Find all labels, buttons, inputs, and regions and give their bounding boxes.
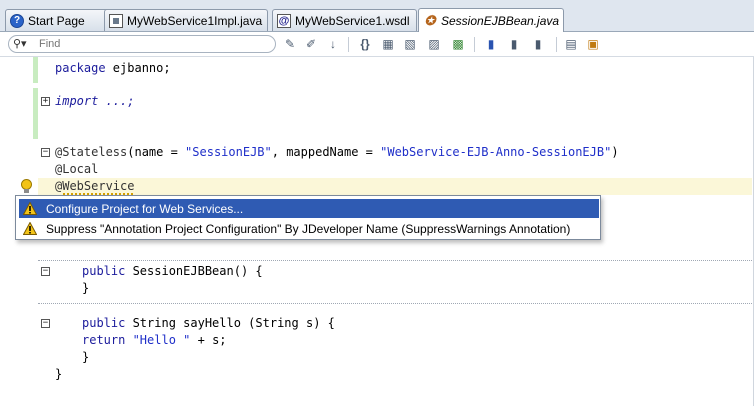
tab-sessionejbbean[interactable]: ✪ SessionEJBBean.java bbox=[418, 8, 564, 32]
change-marker bbox=[33, 57, 38, 83]
tab-mywebservice1-wsdl[interactable]: @ MyWebService1.wsdl bbox=[272, 9, 417, 31]
braces-icon[interactable]: {} bbox=[357, 36, 373, 52]
fold-collapse-icon[interactable]: − bbox=[41, 267, 50, 276]
method-separator bbox=[38, 303, 752, 304]
outdent-icon[interactable]: ▨ bbox=[426, 36, 442, 52]
pencil-icon[interactable]: ✎ bbox=[282, 36, 298, 52]
code-line-import: import ...; bbox=[55, 94, 135, 108]
code-line-brace: } bbox=[82, 350, 90, 364]
comment-icon[interactable]: ▦ bbox=[380, 36, 396, 52]
tab-start-page[interactable]: ? Start Page bbox=[5, 9, 115, 31]
code-line-class-brace: } bbox=[55, 367, 63, 381]
toolbar-separator bbox=[474, 37, 475, 52]
editor-toolbar: ⚲▾ ✎ ✐ ↓ {} ▦ ▧ ▨ ▩ ▮ ▮ ▮ ▤ ▣ bbox=[0, 32, 754, 57]
tab-mywebservice1impl[interactable]: MyWebService1Impl.java bbox=[104, 9, 268, 31]
code-line-brace: } bbox=[82, 281, 90, 295]
fold-expand-icon[interactable]: + bbox=[41, 97, 50, 106]
lightbulb-icon[interactable] bbox=[20, 179, 33, 194]
fold-collapse-icon[interactable]: − bbox=[41, 148, 50, 157]
code-line-package: package ejbanno; bbox=[55, 61, 171, 75]
wsdl-file-icon: @ bbox=[277, 13, 291, 28]
code-line-local: @Local bbox=[55, 162, 99, 176]
java-file-icon bbox=[109, 13, 123, 28]
pencil-erase-icon[interactable]: ✐ bbox=[303, 36, 319, 52]
document-icon[interactable]: ▤ bbox=[563, 36, 579, 52]
quick-fix-popup: Configure Project for Web Services... Su… bbox=[15, 195, 601, 240]
menu-item-label: Suppress "Annotation Project Configurati… bbox=[46, 221, 571, 236]
warning-icon bbox=[23, 222, 37, 235]
bean-file-icon: ✪ bbox=[424, 12, 436, 28]
code-line-constructor: public SessionEJBBean() { bbox=[82, 264, 263, 278]
tab-label: MyWebService1Impl.java bbox=[127, 13, 263, 28]
code-line-return: return "Hello " + s; bbox=[82, 333, 227, 347]
tab-label: Start Page bbox=[28, 13, 85, 28]
bookmark-prev-icon[interactable]: ▮ bbox=[506, 36, 522, 52]
run-icon[interactable]: ▩ bbox=[450, 36, 466, 52]
current-line-highlight bbox=[38, 178, 752, 195]
indent-icon[interactable]: ▧ bbox=[402, 36, 418, 52]
search-icon[interactable]: ⚲▾ bbox=[13, 37, 27, 50]
bookmark-icon[interactable]: ▮ bbox=[483, 36, 499, 52]
window-icon[interactable]: ▣ bbox=[585, 36, 601, 52]
method-separator bbox=[38, 260, 752, 261]
format-icon[interactable]: ↓ bbox=[325, 36, 341, 52]
find-input[interactable] bbox=[39, 37, 259, 51]
tab-label: MyWebService1.wsdl bbox=[295, 13, 410, 28]
menu-item-label: Configure Project for Web Services... bbox=[46, 201, 244, 216]
tab-label: SessionEJBBean.java bbox=[441, 13, 560, 28]
toolbar-separator bbox=[556, 37, 557, 52]
editor-tab-bar: ? Start Page MyWebService1Impl.java @ My… bbox=[0, 0, 754, 32]
fold-collapse-icon[interactable]: − bbox=[41, 319, 50, 328]
code-line-sayhello: public String sayHello (String s) { bbox=[82, 316, 335, 330]
configure-project-menu-item[interactable]: Configure Project for Web Services... bbox=[19, 199, 599, 218]
change-marker bbox=[33, 88, 38, 139]
help-icon: ? bbox=[10, 13, 24, 28]
bookmark-next-icon[interactable]: ▮ bbox=[530, 36, 546, 52]
toolbar-separator bbox=[348, 37, 349, 52]
suppress-warning-menu-item[interactable]: Suppress "Annotation Project Configurati… bbox=[19, 219, 599, 238]
code-line-stateless: @Stateless(name = "SessionEJB", mappedNa… bbox=[55, 145, 619, 159]
warning-icon bbox=[23, 202, 37, 215]
find-box[interactable]: ⚲▾ bbox=[8, 35, 276, 53]
